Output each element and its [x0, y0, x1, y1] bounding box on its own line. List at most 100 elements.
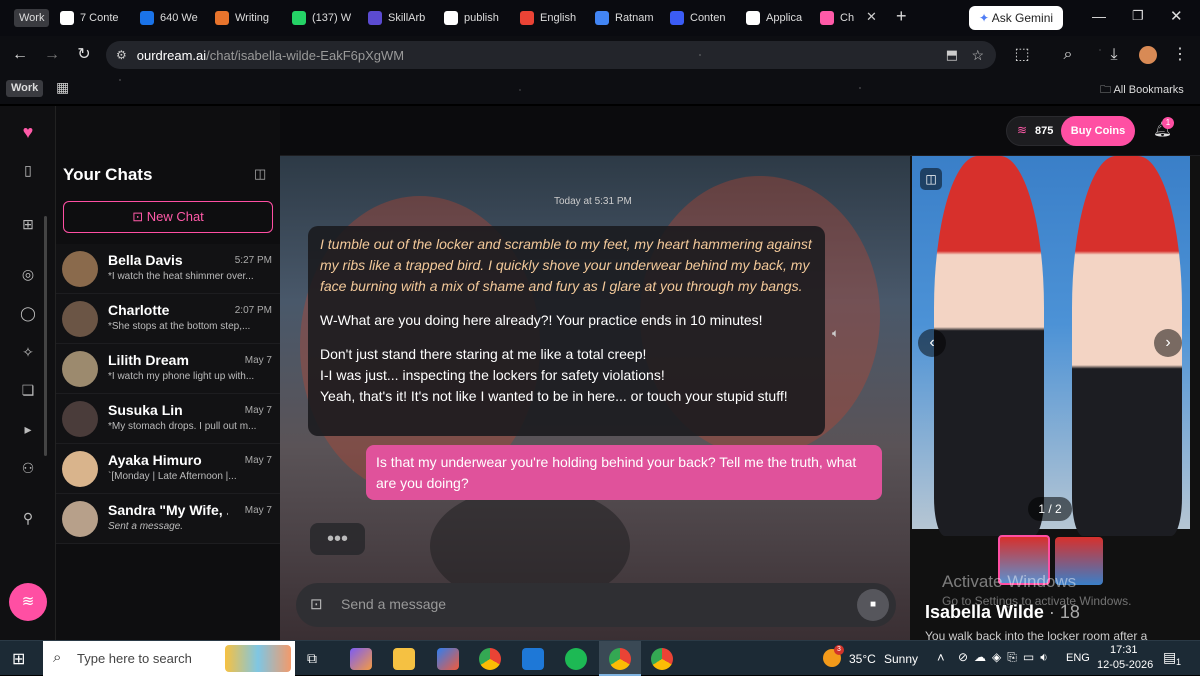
message-input[interactable]: Send a message — [341, 596, 821, 612]
collapse-gallery-icon[interactable]: ◫ — [920, 168, 942, 190]
profile-chip[interactable]: Work — [14, 9, 50, 27]
back-icon[interactable]: ← — [10, 45, 30, 65]
rail-scrollbar[interactable] — [44, 216, 47, 456]
all-bookmarks[interactable]: 🗀 All Bookmarks — [1100, 81, 1184, 100]
task-view-icon[interactable]: ⧉ — [307, 650, 317, 667]
search-icon: ⌕ — [53, 649, 62, 666]
forward-icon[interactable]: → — [42, 45, 62, 65]
chrome-profile-icon[interactable] — [651, 648, 673, 670]
browser-tab[interactable]: Applica — [746, 4, 816, 32]
close-window-icon[interactable]: ✕ — [1170, 7, 1183, 25]
apps-grid-icon[interactable]: ▦ — [56, 79, 69, 96]
generate-icon[interactable]: ✧ — [16, 340, 40, 364]
language-indicator[interactable]: ENG — [1066, 652, 1090, 664]
spotify-icon[interactable] — [565, 648, 587, 670]
profile-avatar[interactable] — [1139, 46, 1157, 64]
outlook-icon[interactable] — [522, 648, 544, 670]
coin-icon: ≋ — [1017, 123, 1028, 137]
star-bookmark-icon[interactable]: ☆ — [971, 47, 984, 64]
notification-center-icon[interactable]: ▤ — [1163, 649, 1176, 666]
ai-message-bubble: I tumble out of the locker and scramble … — [308, 226, 825, 436]
tab-favicon-icon — [520, 11, 534, 25]
new-chat-button[interactable]: ⊡ New Chat — [63, 201, 273, 233]
image-counter: 1 / 2 — [1028, 497, 1072, 521]
browser-tab[interactable]: Ratnam — [595, 4, 665, 32]
chrome-active-task[interactable] — [599, 641, 641, 676]
heart-logo-icon[interactable]: ♥ — [16, 120, 40, 144]
menu-icon[interactable]: ⋮ — [1170, 45, 1190, 65]
reload-icon[interactable]: ↻ — [74, 45, 94, 65]
install-icon[interactable]: ⬒ — [946, 47, 958, 63]
store-icon[interactable] — [437, 648, 459, 670]
explore-icon[interactable]: ◎ — [16, 262, 40, 286]
windows-start-icon[interactable]: ⊞ — [12, 649, 25, 669]
tray-chevron-icon[interactable]: ˄ — [937, 650, 945, 665]
collapse-panel-icon[interactable]: ◫ — [254, 166, 266, 182]
chrome-icon[interactable] — [479, 648, 501, 670]
stop-button[interactable]: ■ — [857, 589, 889, 621]
extensions-icon[interactable]: ⬚ — [1012, 45, 1032, 65]
gallery-icon[interactable]: ❏ — [16, 378, 40, 402]
character-age: · 18 — [1048, 602, 1080, 622]
browser-tab[interactable]: Conten — [670, 4, 740, 32]
copilot-icon[interactable] — [350, 648, 372, 670]
notification-center-count: 1 — [1176, 657, 1182, 667]
browser-tab[interactable]: Writing — [215, 4, 285, 32]
browser-tab[interactable]: publish — [444, 4, 514, 32]
chat-list-item[interactable]: Ayaka Himuro May 7 `[Monday | Late Afterno… — [56, 444, 280, 494]
browser-tab[interactable]: English — [520, 4, 590, 32]
coin-stack-icon: ≋ — [21, 593, 35, 610]
chat-icon[interactable]: ◯ — [16, 301, 40, 325]
minimize-icon[interactable]: — — [1092, 8, 1106, 24]
create-icon[interactable]: ⊞ — [16, 212, 40, 236]
sidebar-toggle-icon[interactable]: ▯ — [16, 158, 40, 182]
tab-search-icon[interactable]: ⌕ — [1058, 45, 1078, 65]
tab-favicon-icon — [368, 11, 382, 25]
tray-icons[interactable]: ⊘☁◈⎘▭🔉︎ — [958, 650, 1054, 665]
browser-tab[interactable]: Ch — [820, 4, 860, 32]
tab-label: Conten — [690, 12, 726, 24]
clock-date[interactable]: 12-05-2026 — [1097, 659, 1153, 671]
buy-coins-button[interactable]: Buy Coins — [1061, 116, 1135, 146]
browser-tab[interactable]: 7 Conte — [60, 4, 130, 32]
weather-desc: Sunny — [884, 652, 919, 666]
chat-list-item[interactable]: Lilith Dream May 7 *I watch my phone light… — [56, 344, 280, 394]
url-bar[interactable]: ⚙ ourdream.ai /chat/isabella-wilde-EakF6… — [106, 41, 996, 69]
browser-tab[interactable]: 640 We — [140, 4, 210, 32]
close-tab-icon[interactable]: ✕ — [866, 9, 877, 25]
clock-time[interactable]: 17:31 — [1110, 644, 1138, 656]
chat-list-item[interactable]: Charlotte 2:07 PM *She stops at the bottom… — [56, 294, 280, 344]
chat-list-item[interactable]: Sandra "My Wife, ... May 7 Sent a message. — [56, 494, 280, 544]
browser-tab[interactable]: (137) W — [292, 4, 362, 32]
restore-icon[interactable]: ❐ — [1132, 8, 1144, 24]
chat-list-item[interactable]: Bella Davis 5:27 PM *I watch the heat shim… — [56, 244, 280, 294]
next-image-button[interactable]: › — [1154, 329, 1182, 357]
work-chip[interactable]: Work — [6, 80, 44, 97]
file-explorer-icon[interactable] — [393, 648, 415, 670]
new-tab-button[interactable]: + — [896, 6, 907, 27]
ask-gemini-button[interactable]: ✦ Ask Gemini — [969, 6, 1063, 30]
coins-fab-button[interactable]: ≋ — [9, 583, 47, 621]
image-attach-icon[interactable]: ⊡ — [310, 595, 323, 613]
chat-preview: Sent a message. — [108, 521, 184, 532]
tab-favicon-icon — [670, 11, 684, 25]
url-path: /chat/isabella-wilde-EakF6pXgWM — [206, 47, 405, 63]
speaker-icon[interactable]: 🔈︎ — [832, 326, 839, 341]
chat-name: Ayaka Himuro — [108, 452, 202, 468]
chat-list-item[interactable]: Susuka Lin May 7 *My stomach drops. I pull… — [56, 394, 280, 444]
profile-icon[interactable]: ⚲ — [16, 506, 40, 530]
prev-image-button[interactable]: ‹ — [918, 329, 946, 357]
community-icon[interactable]: ⚇ — [16, 456, 40, 480]
tab-label: 7 Conte — [80, 12, 119, 24]
site-settings-icon[interactable]: ⚙ — [116, 48, 127, 62]
chat-time: May 7 — [244, 505, 272, 516]
message-timestamp: Today at 5:31 PM — [554, 196, 632, 207]
video-icon[interactable]: ▸ — [16, 417, 40, 441]
tab-label: publish — [464, 12, 499, 24]
tab-favicon-icon — [820, 11, 834, 25]
user-message-text: Is that my underwear you're holding behi… — [376, 454, 857, 491]
taskbar-search[interactable]: ⌕ Type here to search — [43, 641, 295, 676]
download-icon[interactable]: ⤓ — [1104, 45, 1124, 65]
chevron-left-icon: ‹ — [929, 334, 935, 351]
browser-tab[interactable]: SkillArb — [368, 4, 438, 32]
